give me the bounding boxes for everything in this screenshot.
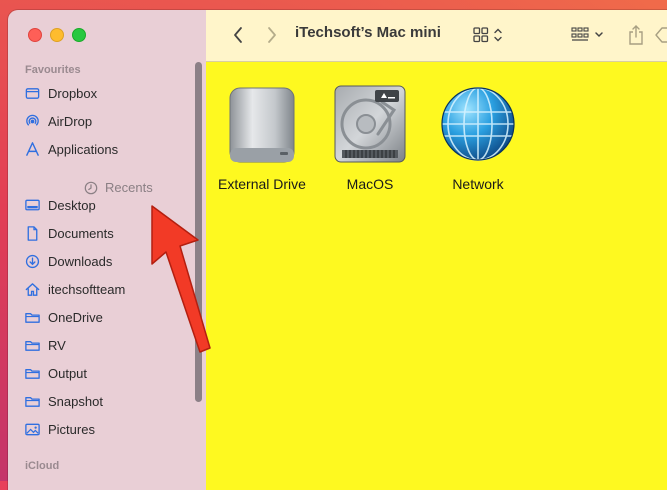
file-browser-content: External Drive MacOS Network	[206, 62, 667, 490]
forward-button[interactable]	[262, 24, 282, 46]
file-item-label: External Drive	[218, 176, 306, 192]
sidebar-item-dropbox[interactable]: Dropbox	[24, 82, 97, 104]
sidebar-item-label: Documents	[48, 225, 114, 241]
pictures-icon	[25, 423, 40, 435]
sidebar-item-rv[interactable]: RV	[24, 334, 66, 356]
sidebar-item-desktop[interactable]: Desktop	[24, 194, 96, 216]
sidebar-item-label: Snapshot	[48, 393, 103, 409]
view-mode-button[interactable]	[472, 24, 512, 46]
sidebar-item-onedrive[interactable]: OneDrive	[24, 306, 103, 328]
sidebar-item-label: AirDrop	[48, 113, 93, 129]
document-icon	[27, 225, 38, 241]
toolbar: iTechsoft’s Mac mini	[206, 10, 667, 62]
finder-window: Favourites Dropbox AirDrop Applications …	[8, 10, 667, 490]
sidebar-item-label: Downloads	[48, 253, 113, 269]
folder-icon	[25, 396, 40, 407]
clock-icon	[84, 181, 98, 194]
tag-button[interactable]	[654, 24, 667, 46]
sidebar-item-label: Dropbox	[48, 85, 98, 101]
sidebar-item-documents[interactable]: Documents	[24, 222, 114, 244]
dropbox-icon	[25, 87, 40, 99]
sidebar-item-label: OneDrive	[48, 309, 103, 325]
share-icon	[629, 25, 643, 45]
folder-icon	[25, 340, 40, 351]
file-item-network[interactable]: Network	[423, 82, 533, 192]
file-item-external-drive[interactable]: External Drive	[207, 82, 317, 192]
tag-icon	[655, 27, 667, 43]
sidebar-item-label: Desktop	[48, 197, 96, 213]
sidebar-item-applications[interactable]: Applications	[24, 138, 118, 160]
sidebar-item-label: itechsoftteam	[48, 281, 126, 297]
window-title: iTechsoft’s Mac mini	[295, 24, 441, 41]
airdrop-icon	[26, 114, 39, 126]
sidebar-item-label: Output	[48, 365, 88, 381]
group-icon	[571, 27, 603, 41]
sidebar-item-recents[interactable]: Recents	[84, 180, 153, 195]
sidebar-item-output[interactable]: Output	[24, 362, 87, 384]
sidebar-item-pictures[interactable]: Pictures	[24, 418, 95, 440]
sidebar-item-label: Pictures	[48, 421, 95, 437]
download-icon	[25, 254, 40, 268]
zoom-button[interactable]	[72, 28, 86, 42]
sidebar-item-airdrop[interactable]: AirDrop	[24, 110, 92, 132]
icloud-heading: iCloud	[25, 460, 60, 472]
internal-disk-icon	[334, 85, 406, 163]
back-button[interactable]	[228, 24, 248, 46]
sidebar-item-snapshot[interactable]: Snapshot	[24, 390, 103, 412]
sidebar-item-label: RV	[48, 337, 66, 353]
sidebar-item-itechsoftteam[interactable]: itechsoftteam	[24, 278, 125, 300]
window-controls	[28, 28, 86, 42]
network-globe-icon	[441, 87, 515, 161]
sidebar-item-label: Recents	[105, 180, 153, 195]
folder-icon	[25, 312, 40, 323]
chevron-right-icon	[268, 27, 276, 43]
sidebar-item-label: Applications	[48, 141, 119, 157]
folder-icon	[25, 368, 40, 379]
home-icon	[25, 282, 40, 296]
annotation-arrow	[151, 205, 211, 353]
favourites-heading: Favourites	[25, 64, 81, 76]
desktop-icon	[25, 199, 40, 210]
external-drive-icon	[229, 87, 295, 163]
chevron-left-icon	[234, 27, 242, 43]
sidebar-item-downloads[interactable]: Downloads	[24, 250, 112, 272]
group-by-button[interactable]	[570, 24, 610, 46]
share-button[interactable]	[624, 24, 648, 46]
file-item-macos[interactable]: MacOS	[315, 82, 425, 192]
close-button[interactable]	[28, 28, 42, 42]
applications-icon	[26, 141, 39, 156]
icon-view-icon	[473, 27, 502, 43]
file-item-label: Network	[452, 176, 504, 192]
file-item-label: MacOS	[346, 176, 394, 192]
minimize-button[interactable]	[50, 28, 64, 42]
